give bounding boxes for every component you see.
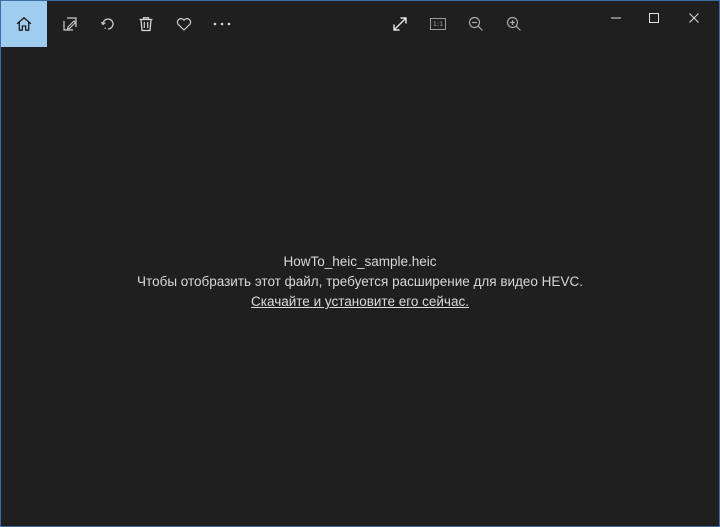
rotate-icon (99, 15, 117, 33)
favorite-icon (175, 15, 193, 33)
file-name: HowTo_heic_sample.heic (283, 254, 437, 269)
fullscreen-button[interactable] (381, 1, 419, 47)
unsupported-file-message: HowTo_heic_sample.heic Чтобы отобразить … (1, 252, 719, 312)
photos-app-window: 1:1 HowTo_heic_sample.heic Чтобы отобраз… (0, 0, 720, 527)
home-button[interactable] (1, 1, 47, 47)
home-icon (15, 15, 33, 33)
actual-size-label: 1:1 (432, 20, 444, 28)
codec-required-text: Чтобы отобразить этот файл, требуется ра… (137, 274, 583, 289)
minimize-button[interactable] (597, 1, 635, 35)
zoom-in-button[interactable] (495, 1, 533, 47)
maximize-icon (648, 12, 660, 24)
minimize-icon (610, 12, 622, 24)
delete-icon (137, 15, 155, 33)
download-extension-link[interactable]: Скачайте и установите его сейчас. (251, 292, 469, 312)
edit-icon (61, 15, 79, 33)
fullscreen-icon (391, 15, 409, 33)
download-link-row: Скачайте и установите его сейчас. (1, 292, 719, 312)
zoom-out-icon (467, 15, 485, 33)
delete-button[interactable] (127, 1, 165, 47)
favorite-button[interactable] (165, 1, 203, 47)
close-icon (688, 12, 700, 24)
close-button[interactable] (675, 1, 713, 35)
more-icon (212, 15, 232, 33)
title-bar: 1:1 (1, 1, 719, 47)
image-viewer-area: HowTo_heic_sample.heic Чтобы отобразить … (1, 47, 719, 526)
actual-size-button[interactable]: 1:1 (419, 1, 457, 47)
rotate-button[interactable] (89, 1, 127, 47)
more-options-button[interactable] (203, 1, 241, 47)
actual-size-icon: 1:1 (430, 18, 446, 30)
edit-button[interactable] (51, 1, 89, 47)
zoom-in-icon (505, 15, 523, 33)
maximize-button[interactable] (635, 1, 673, 35)
zoom-out-button[interactable] (457, 1, 495, 47)
